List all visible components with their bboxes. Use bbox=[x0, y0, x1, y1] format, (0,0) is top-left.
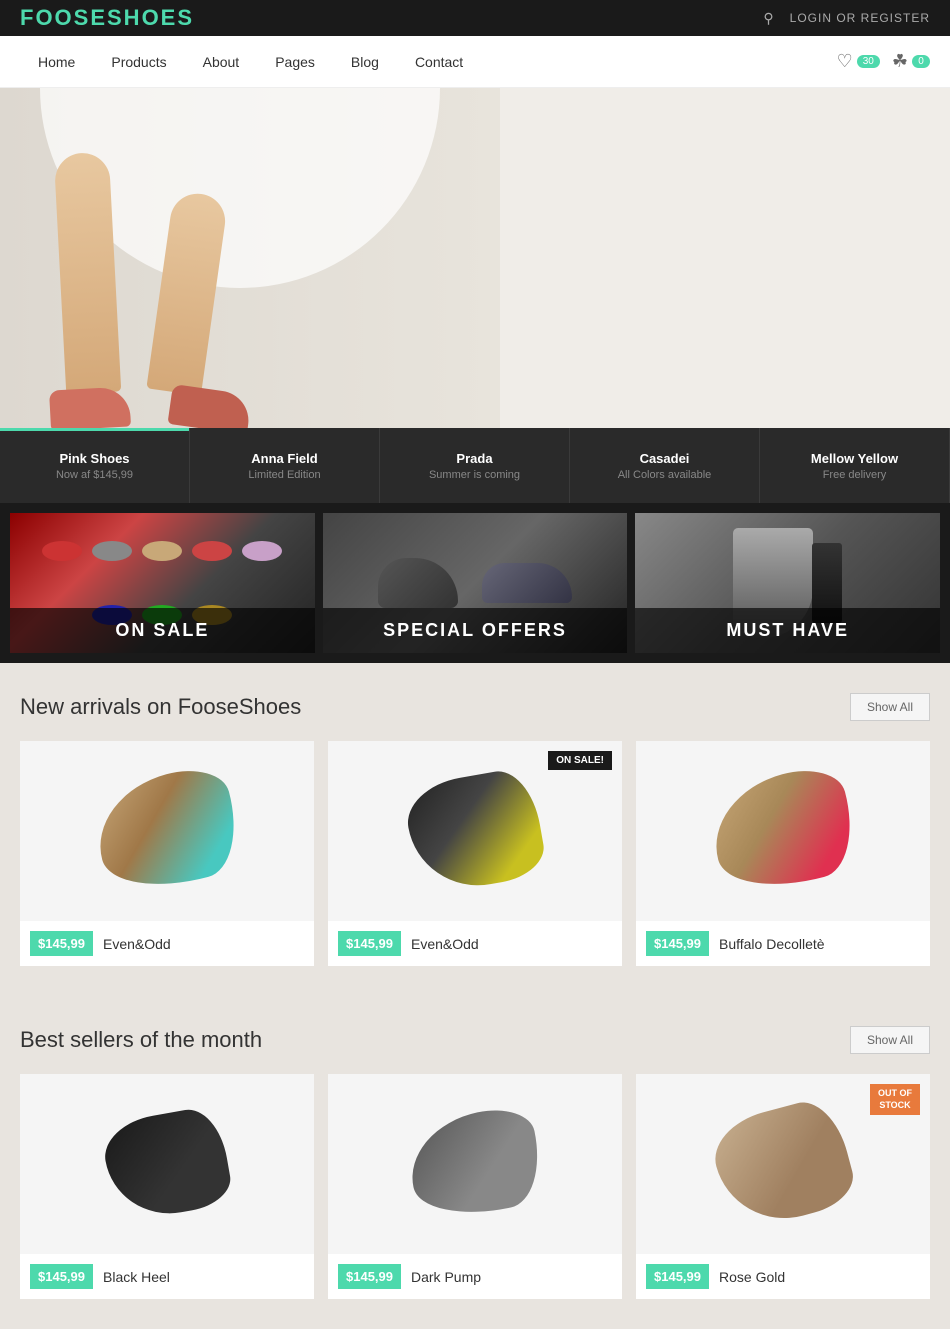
product-name-2: Buffalo Decolletè bbox=[719, 936, 825, 952]
brand-logo[interactable]: FOOSESHOES bbox=[20, 5, 194, 31]
nav-right-icons: ♡ 30 ☘ 0 bbox=[837, 51, 930, 72]
hero-section: $145,99 Pink Shoes 2013 Collection Nunc … bbox=[0, 88, 950, 428]
best-sellers-title: Best sellers of the month bbox=[20, 1027, 262, 1053]
nav-contact[interactable]: Contact bbox=[397, 36, 481, 88]
product-image-2 bbox=[636, 741, 930, 921]
nav-about[interactable]: About bbox=[185, 36, 258, 88]
slider-item-name-4: Mellow Yellow bbox=[811, 451, 898, 466]
product-info-2: $145,99 Buffalo Decolletè bbox=[636, 921, 930, 966]
best-product-image-2: OUT OF STOCK bbox=[636, 1074, 930, 1254]
shoe-shape-2 bbox=[701, 760, 865, 902]
on-sale-banner[interactable]: ON SALE bbox=[10, 513, 315, 653]
nav-home[interactable]: Home bbox=[20, 36, 93, 88]
best-shoe-shape-1 bbox=[401, 1102, 549, 1227]
best-product-price-0: $145,99 bbox=[30, 1264, 93, 1289]
product-card-0: $145,99 Even&Odd bbox=[20, 741, 314, 966]
new-arrivals-header: New arrivals on FooseShoes Show All bbox=[20, 693, 930, 721]
heart-icon: ♡ bbox=[837, 51, 853, 72]
best-product-name-0: Black Heel bbox=[103, 1269, 170, 1285]
best-product-card-0: $145,99 Black Heel bbox=[20, 1074, 314, 1299]
best-shoe-shape-2 bbox=[706, 1094, 860, 1234]
best-sellers-grid: $145,99 Black Heel $145,99 Dark Pump OUT… bbox=[20, 1074, 930, 1299]
slider-item-0[interactable]: Pink Shoes Now af $145,99 bbox=[0, 428, 190, 503]
slider-item-1[interactable]: Anna Field Limited Edition bbox=[190, 428, 380, 503]
special-offers-label: SPECIAL OFFERS bbox=[323, 608, 628, 653]
slider-item-sub-0: Now af $145,99 bbox=[56, 469, 133, 481]
hero-leg-left bbox=[60, 153, 140, 428]
slider-item-name-3: Casadei bbox=[640, 451, 690, 466]
product-info-0: $145,99 Even&Odd bbox=[20, 921, 314, 966]
slider-item-sub-4: Free delivery bbox=[823, 469, 887, 481]
best-product-name-1: Dark Pump bbox=[411, 1269, 481, 1285]
slider-item-sub-3: All Colors available bbox=[618, 469, 712, 481]
on-sale-label: ON SALE bbox=[10, 608, 315, 653]
best-product-info-2: $145,99 Rose Gold bbox=[636, 1254, 930, 1299]
best-product-info-0: $145,99 Black Heel bbox=[20, 1254, 314, 1299]
product-card-1: ON SALE! $145,99 Even&Odd bbox=[328, 741, 622, 966]
new-arrivals-show-all[interactable]: Show All bbox=[850, 693, 930, 721]
new-arrivals-grid: $145,99 Even&Odd ON SALE! $145,99 Even&O… bbox=[20, 741, 930, 966]
product-image-1: ON SALE! bbox=[328, 741, 622, 921]
slider-item-sub-1: Limited Edition bbox=[248, 469, 320, 481]
best-sellers-section: Best sellers of the month Show All $145,… bbox=[0, 996, 950, 1329]
best-product-image-1 bbox=[328, 1074, 622, 1254]
out-of-stock-badge-2: OUT OF STOCK bbox=[870, 1084, 920, 1115]
slider-item-name-2: Prada bbox=[456, 451, 492, 466]
nav-links: Home Products About Pages Blog Contact bbox=[20, 36, 481, 88]
hero-leg-right bbox=[160, 193, 240, 428]
nav-pages[interactable]: Pages bbox=[257, 36, 333, 88]
cart-count: 0 bbox=[912, 55, 930, 68]
best-product-info-1: $145,99 Dark Pump bbox=[328, 1254, 622, 1299]
slider-item-sub-2: Summer is coming bbox=[429, 469, 520, 481]
cart-button[interactable]: ☘ 0 bbox=[892, 51, 930, 72]
shoe-shape-0 bbox=[85, 760, 249, 902]
best-product-name-2: Rose Gold bbox=[719, 1269, 785, 1285]
best-product-card-1: $145,99 Dark Pump bbox=[328, 1074, 622, 1299]
must-have-banner[interactable]: MUST HAVE bbox=[635, 513, 940, 653]
best-product-image-0 bbox=[20, 1074, 314, 1254]
navbar: Home Products About Pages Blog Contact ♡… bbox=[0, 36, 950, 88]
product-card-2: $145,99 Buffalo Decolletè bbox=[636, 741, 930, 966]
product-image-0 bbox=[20, 741, 314, 921]
nav-products[interactable]: Products bbox=[93, 36, 184, 88]
new-arrivals-section: New arrivals on FooseShoes Show All $145… bbox=[0, 663, 950, 996]
search-icon[interactable]: ⚲ bbox=[763, 10, 773, 27]
best-sellers-header: Best sellers of the month Show All bbox=[20, 1026, 930, 1054]
best-product-price-1: $145,99 bbox=[338, 1264, 401, 1289]
product-price-0: $145,99 bbox=[30, 931, 93, 956]
product-name-0: Even&Odd bbox=[103, 936, 171, 952]
best-product-price-2: $145,99 bbox=[646, 1264, 709, 1289]
shoe-shape-1 bbox=[401, 766, 548, 897]
slider-item-name-1: Anna Field bbox=[251, 451, 317, 466]
wishlist-button[interactable]: ♡ 30 bbox=[837, 51, 880, 72]
topbar: FOOSESHOES ⚲ LOGIN or REGISTER bbox=[0, 0, 950, 36]
new-arrivals-title: New arrivals on FooseShoes bbox=[20, 694, 301, 720]
product-price-1: $145,99 bbox=[338, 931, 401, 956]
product-info-1: $145,99 Even&Odd bbox=[328, 921, 622, 966]
slider-item-name-0: Pink Shoes bbox=[59, 451, 129, 466]
hero-legs bbox=[60, 153, 240, 428]
must-have-label: MUST HAVE bbox=[635, 608, 940, 653]
best-shoe-shape-0 bbox=[99, 1104, 235, 1223]
slider-navigation: Pink Shoes Now af $145,99 Anna Field Lim… bbox=[0, 428, 950, 503]
best-sellers-show-all[interactable]: Show All bbox=[850, 1026, 930, 1054]
wishlist-count: 30 bbox=[857, 55, 880, 68]
on-sale-badge-1: ON SALE! bbox=[548, 751, 612, 770]
topbar-right: ⚲ LOGIN or REGISTER bbox=[763, 10, 930, 27]
category-banners: ON SALE SPECIAL OFFERS MUST HAVE bbox=[0, 503, 950, 663]
slider-item-2[interactable]: Prada Summer is coming bbox=[380, 428, 570, 503]
product-name-1: Even&Odd bbox=[411, 936, 479, 952]
cart-icon: ☘ bbox=[892, 51, 908, 72]
product-price-2: $145,99 bbox=[646, 931, 709, 956]
slider-item-4[interactable]: Mellow Yellow Free delivery bbox=[760, 428, 950, 503]
best-product-card-2: OUT OF STOCK $145,99 Rose Gold bbox=[636, 1074, 930, 1299]
special-offers-banner[interactable]: SPECIAL OFFERS bbox=[323, 513, 628, 653]
nav-blog[interactable]: Blog bbox=[333, 36, 397, 88]
hero-image bbox=[0, 88, 500, 428]
slider-item-3[interactable]: Casadei All Colors available bbox=[570, 428, 760, 503]
login-register-link[interactable]: LOGIN or REGISTER bbox=[790, 11, 930, 25]
